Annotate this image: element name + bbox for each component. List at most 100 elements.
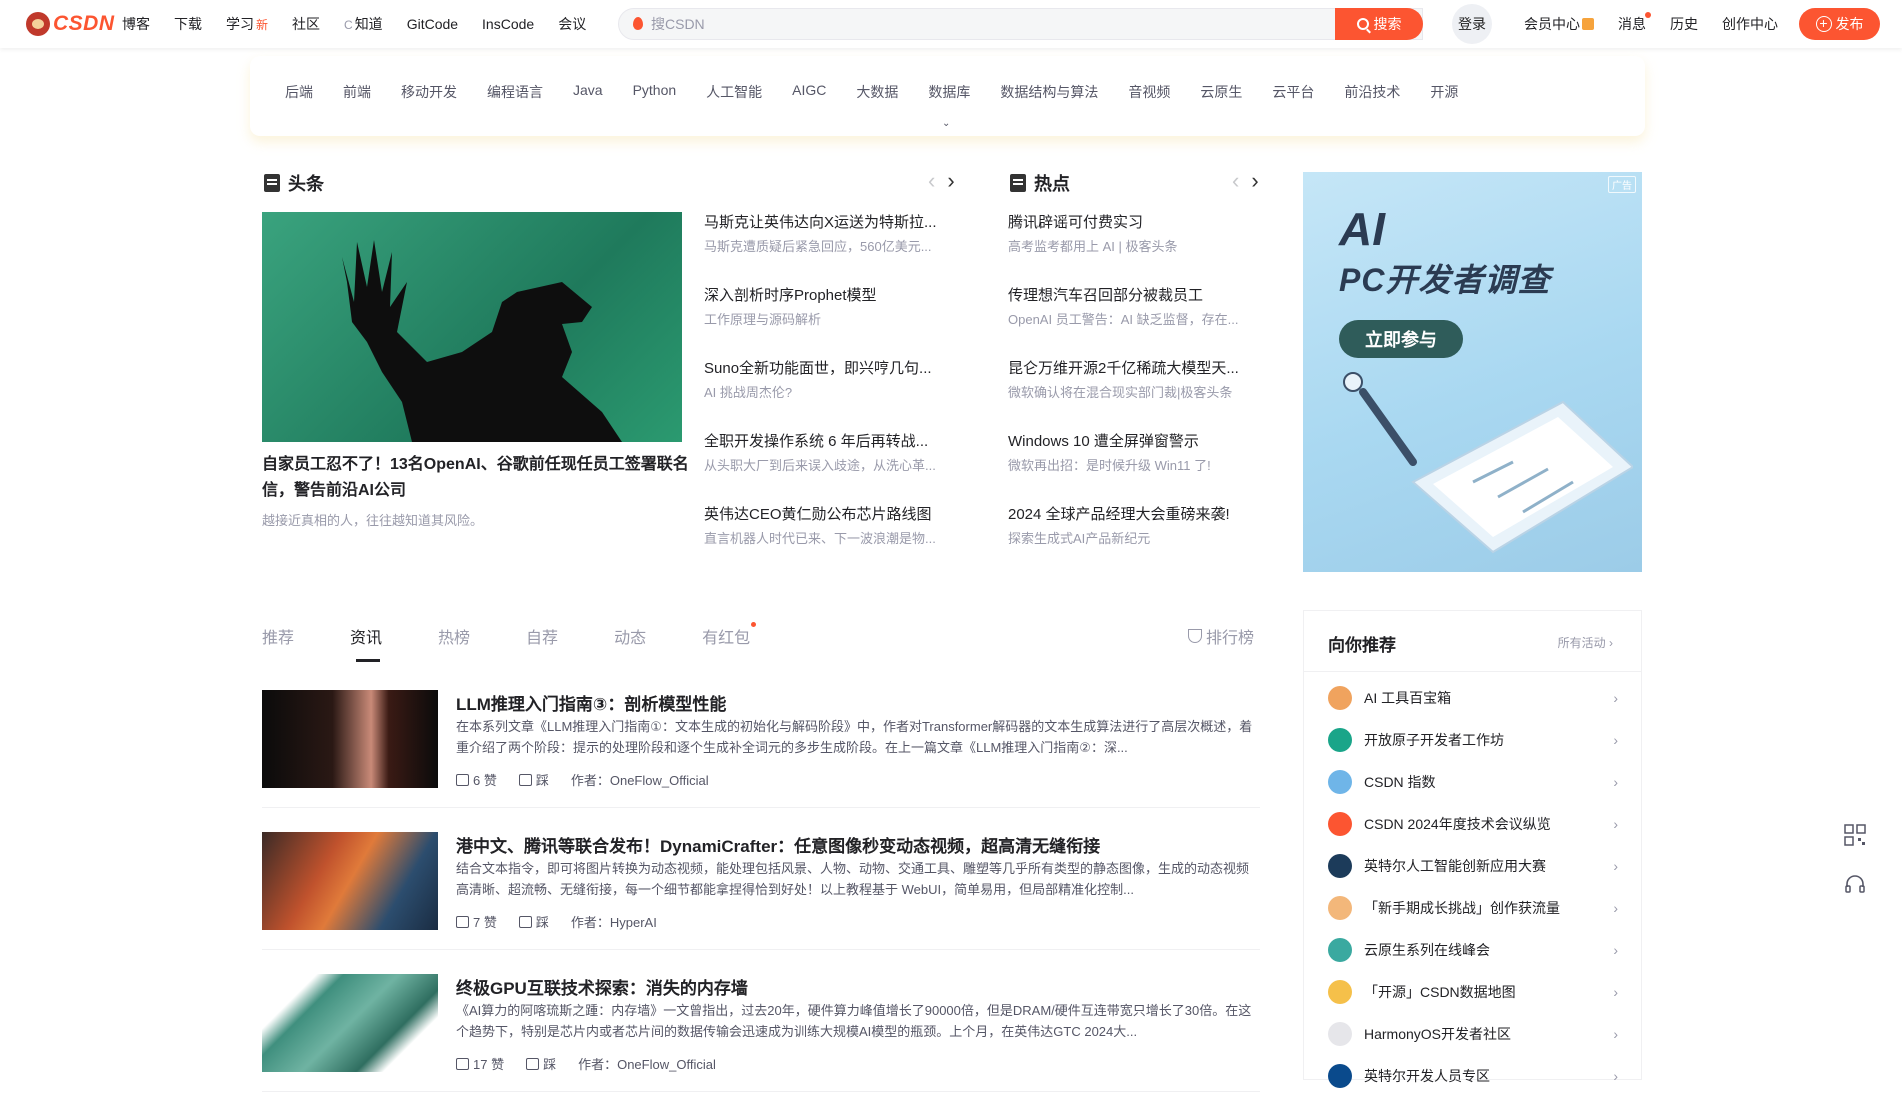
category-item[interactable]: Python [633,82,677,102]
search-button[interactable]: 搜索 [1335,8,1423,40]
recommend-item[interactable]: 英特尔人工智能创新应用大赛 › [1328,845,1618,887]
category-item[interactable]: 数据结构与算法 [1000,82,1098,102]
headset-icon[interactable] [1844,874,1866,896]
news-item[interactable]: 马斯克让英伟达向X运送为特斯拉... 马斯克遭质疑后紧急回应，560亿美元... [704,212,959,285]
ad-banner[interactable]: 广告 AI PC开发者调查 立即参与 [1303,172,1642,572]
article-title[interactable]: 终极GPU互联技术探索：消失的内存墙 [456,974,748,999]
csdn-logo[interactable]: CSDN [26,12,115,36]
recommend-item[interactable]: HarmonyOS开发者社区 › [1328,1013,1618,1055]
recommend-item[interactable]: 英特尔开发人员专区 › [1328,1055,1618,1097]
news-item[interactable]: 英伟达CEO黄仁勋公布芯片路线图 直言机器人时代已来、下一波浪潮是物... [704,504,959,577]
recommend-item[interactable]: 「新手期成长挑战」创作获流量 › [1328,887,1618,929]
article-card[interactable]: 港中文、腾讯等联合发布！DynamiCrafter：任意图像秒变动态视频，超高清… [262,832,1260,950]
nav-item-community[interactable]: 社区 [292,14,320,34]
article-thumbnail[interactable] [262,832,438,930]
nav-item-blog[interactable]: 博客 [122,14,150,34]
category-item[interactable]: 数据库 [928,82,970,102]
nav-item-messages[interactable]: 消息 [1618,12,1651,34]
recommend-item[interactable]: CSDN 指数 › [1328,761,1618,803]
tab-hot-list[interactable]: 热榜 [438,624,470,648]
nav-item-gitcode[interactable]: GitCode [407,16,458,32]
chevron-left-icon[interactable]: ‹ [928,168,935,194]
nav-item-vip[interactable]: 会员中心 [1524,14,1594,34]
category-item[interactable]: 云平台 [1272,82,1314,102]
news-item-title[interactable]: 腾讯辟谣可付费实习 [1008,212,1263,234]
nav-item-zhidao[interactable]: 知道 [344,14,383,34]
like-button[interactable]: 7 赞 [456,912,497,931]
category-item[interactable]: Java [573,82,603,102]
news-item[interactable]: 传理想汽车召回部分被裁员工 OpenAI 员工警告：AI 缺乏监督，存在... [1008,285,1263,358]
nav-item-download[interactable]: 下载 [174,14,202,34]
tab-activity[interactable]: 动态 [614,624,646,648]
chevron-left-icon[interactable]: ‹ [1232,168,1239,194]
recommend-item[interactable]: 「开源」CSDN数据地图 › [1328,971,1618,1013]
category-item[interactable]: 云原生 [1200,82,1242,102]
category-item[interactable]: 前端 [343,82,371,102]
article-author[interactable]: 作者：HyperAI [571,912,657,931]
tab-self-recommend[interactable]: 自荐 [526,624,558,648]
dislike-button[interactable]: 踩 [526,1054,556,1073]
nav-item-inscode[interactable]: InsCode [482,16,534,32]
category-item[interactable]: 编程语言 [487,82,543,102]
category-item[interactable]: 音视频 [1128,82,1170,102]
news-item-title[interactable]: 深入剖析时序Prophet模型 [704,285,959,307]
chevron-down-icon[interactable]: ⌄ [942,118,950,129]
article-thumbnail[interactable] [262,690,438,788]
news-item[interactable]: 昆仑万维开源2千亿稀疏大模型天... 微软确认将在混合现实部门裁|极客头条 [1008,358,1263,431]
tab-news[interactable]: 资讯 [350,624,382,662]
category-item[interactable]: 人工智能 [706,82,762,102]
news-item-title[interactable]: 马斯克让英伟达向X运送为特斯拉... [704,212,959,234]
article-title[interactable]: LLM推理入门指南③：剖析模型性能 [456,690,726,715]
like-button[interactable]: 6 赞 [456,770,497,789]
news-item-title[interactable]: 2024 全球产品经理大会重磅来袭! [1008,504,1263,526]
ad-join-button[interactable]: 立即参与 [1339,320,1463,358]
news-item-title[interactable]: 全职开发操作系统 6 年后再转战... [704,431,959,453]
publish-button[interactable]: + 发布 [1799,8,1880,40]
article-title[interactable]: 港中文、腾讯等联合发布！DynamiCrafter：任意图像秒变动态视频，超高清… [456,832,1100,857]
news-item[interactable]: Windows 10 遭全屏弹窗警示 微软再出招：是时候升级 Win11 了! [1008,431,1263,504]
news-item[interactable]: Suno全新功能面世，即兴哼几句... AI 挑战周杰伦? [704,358,959,431]
recommend-item[interactable]: CSDN 2024年度技术会议纵览 › [1328,803,1618,845]
chevron-right-icon[interactable]: › [1251,168,1258,194]
tab-red-packet[interactable]: 有红包 [702,622,757,648]
nav-item-creator-center[interactable]: 创作中心 [1722,14,1778,34]
article-thumbnail[interactable] [262,974,438,1072]
like-button[interactable]: 17 赞 [456,1054,504,1073]
news-item[interactable]: 全职开发操作系统 6 年后再转战... 从头职大厂到后来误入歧途，从洗心革... [704,431,959,504]
category-item[interactable]: 开源 [1430,82,1458,102]
chevron-right-icon[interactable]: › [947,168,954,194]
news-item-title[interactable]: Windows 10 遭全屏弹窗警示 [1008,431,1263,453]
qr-code-icon[interactable] [1844,824,1866,846]
ranking-link[interactable]: 排行榜 [1188,624,1254,648]
recommend-item[interactable]: AI 工具百宝箱 › [1328,677,1618,719]
nav-item-history[interactable]: 历史 [1670,14,1698,34]
dislike-button[interactable]: 踩 [518,770,549,789]
tab-recommend[interactable]: 推荐 [262,624,294,648]
news-item-title[interactable]: 英伟达CEO黄仁勋公布芯片路线图 [704,504,959,526]
news-item-title[interactable]: Suno全新功能面世，即兴哼几句... [704,358,959,380]
search-input[interactable] [633,9,1333,39]
category-item[interactable]: 后端 [285,82,313,102]
category-item[interactable]: 前沿技术 [1344,82,1400,102]
article-card[interactable]: LLM推理入门指南③：剖析模型性能 在本系列文章《LLM推理入门指南①：文本生成的… [262,690,1260,808]
category-item[interactable]: 移动开发 [401,82,457,102]
recommend-item[interactable]: 开放原子开发者工作坊 › [1328,719,1618,761]
nav-item-meeting[interactable]: 会议 [558,14,586,34]
nav-item-learn[interactable]: 学习新 [226,14,268,34]
news-item[interactable]: 深入剖析时序Prophet模型 工作原理与源码解析 [704,285,959,358]
news-item-title[interactable]: 昆仑万维开源2千亿稀疏大模型天... [1008,358,1263,380]
article-card[interactable]: 终极GPU互联技术探索：消失的内存墙 《AI算力的阿喀琉斯之踵：内存墙》一文曾指出… [262,974,1260,1092]
recommend-item[interactable]: 云原生系列在线峰会 › [1328,929,1618,971]
all-activities-link[interactable]: 所有活动 › [1558,634,1613,651]
category-item[interactable]: AIGC [792,82,826,102]
category-item[interactable]: 大数据 [856,82,898,102]
news-item-title[interactable]: 传理想汽车召回部分被裁员工 [1008,285,1263,307]
dislike-button[interactable]: 踩 [518,912,549,931]
article-author[interactable]: 作者：OneFlow_Official [571,770,709,789]
hero-image[interactable] [262,212,682,442]
login-button[interactable]: 登录 [1452,4,1492,44]
news-item[interactable]: 2024 全球产品经理大会重磅来袭! 探索生成式AI产品新纪元 [1008,504,1263,577]
hero-title[interactable]: 自家员工忍不了！13名OpenAI、谷歌前任现任员工签署联名信，警告前沿AI公司 [262,452,692,504]
news-item[interactable]: 腾讯辟谣可付费实习 高考监考都用上 AI | 极客头条 [1008,212,1263,285]
article-author[interactable]: 作者：OneFlow_Official [578,1054,716,1073]
